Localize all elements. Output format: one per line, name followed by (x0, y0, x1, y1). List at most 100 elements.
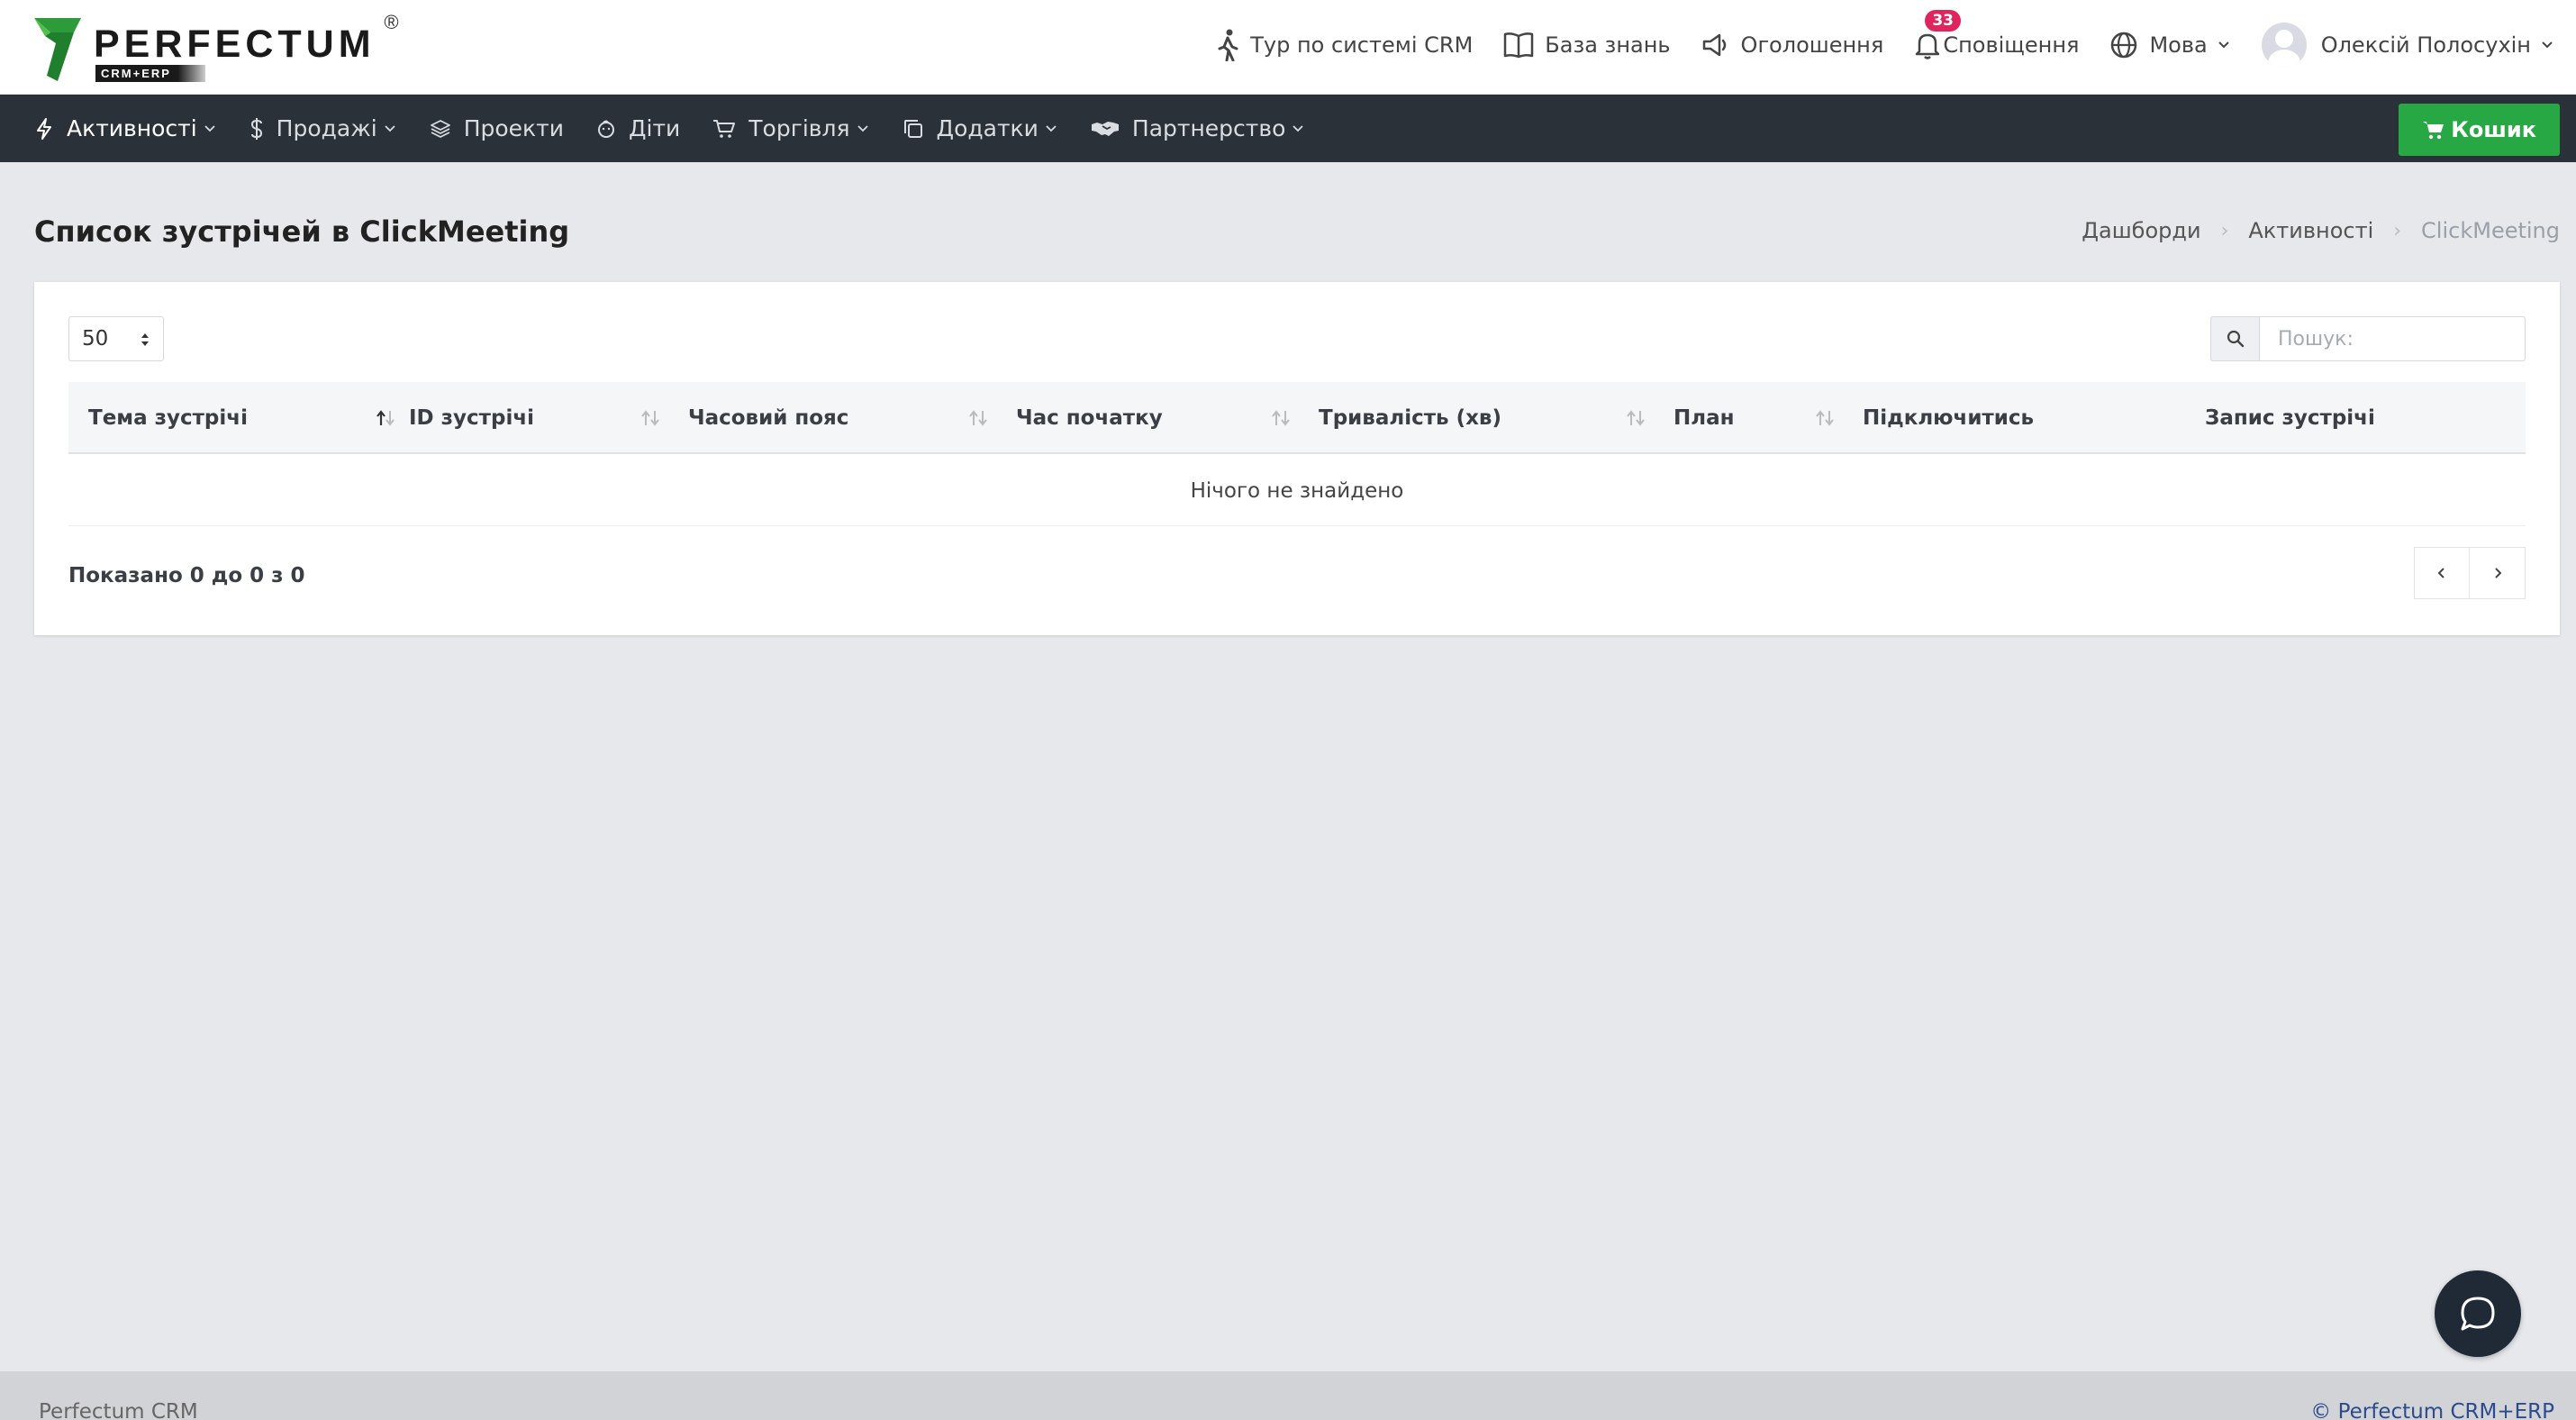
table-info: Показано 0 до 0 з 0 (68, 564, 305, 587)
baby-icon (597, 120, 614, 138)
chevron-down-icon (1293, 124, 1304, 132)
chat-widget-button[interactable] (2435, 1270, 2521, 1357)
walking-person-icon (1218, 29, 1238, 61)
column-header-plan[interactable]: План (1673, 382, 1863, 454)
empty-table-message: Нічого не знайдено (68, 456, 2526, 526)
column-header-label: Часовий пояс (688, 406, 849, 430)
notifications-badge: 33 (1925, 10, 1961, 32)
avatar (2261, 23, 2307, 68)
sort-asc-icon (376, 410, 395, 426)
nav-item-label: Активності (67, 115, 197, 141)
shopping-cart-icon (2423, 122, 2444, 140)
notifications-link[interactable]: 33 Сповіщення (1914, 10, 2080, 60)
chevron-right-icon (2494, 568, 2501, 578)
chevron-down-icon (1046, 124, 1057, 132)
column-header-label: Запис зустрічі (2205, 406, 2375, 430)
user-menu[interactable]: Олексій Полосухін (2261, 23, 2554, 68)
cart-button[interactable]: Кошик (2399, 104, 2560, 156)
column-header-label: План (1673, 406, 1735, 430)
language-label: Мова (2149, 32, 2208, 58)
registered-mark: ® (384, 11, 399, 33)
nav-item-children[interactable]: Діти (596, 115, 680, 141)
column-header-topic[interactable]: Тема зустрічі (88, 382, 404, 454)
column-header-label: Тема зустрічі (88, 406, 248, 430)
language-selector[interactable]: Мова (2109, 31, 2230, 59)
search-input[interactable] (2259, 316, 2526, 361)
cart-outline-icon (713, 119, 736, 138)
breadcrumb-dashboards[interactable]: Дашборди (2082, 218, 2200, 243)
megaphone-icon (1702, 33, 1726, 57)
chevron-down-icon (385, 124, 395, 132)
top-header: PERFECTUM CRM+ERP ® Тур по системі CRM Б… (0, 0, 2576, 95)
knowledge-base-label: База знань (1545, 32, 1671, 58)
breadcrumb: Дашборди › Активності › ClickMeeting (2082, 218, 2560, 243)
nav-item-addons[interactable]: Додатки (903, 115, 1058, 141)
top-nav: Тур по системі CRM База знань Оголошення… (1216, 0, 2576, 90)
nav-item-activities[interactable]: Активності (34, 115, 217, 141)
column-header-label: Підключитись (1863, 406, 2035, 430)
logo[interactable]: PERFECTUM CRM+ERP ® (34, 11, 399, 85)
column-header-label: ID зустрічі (409, 406, 534, 430)
nav-item-label: Діти (628, 115, 681, 141)
chevron-down-icon (2218, 41, 2229, 49)
breadcrumb-current: ClickMeeting (2421, 218, 2560, 243)
column-header-timezone[interactable]: Часовий пояс (688, 382, 1012, 454)
logo-wordmark: PERFECTUM (94, 23, 376, 66)
user-name: Олексій Полосухін (2320, 32, 2531, 58)
logo-subtitle: CRM+ERP (95, 65, 205, 82)
column-header-start-time[interactable]: Час початку (1016, 382, 1313, 454)
chevron-down-icon (857, 124, 868, 132)
handshake-icon (1091, 121, 1119, 136)
chat-bubble-icon (2461, 1297, 2495, 1331)
announcements-link[interactable]: Оголошення (1701, 32, 1883, 59)
notifications-label: Сповіщення (1943, 32, 2080, 58)
copy-icon (903, 119, 922, 138)
sort-both-icon (969, 410, 987, 426)
prev-page-button[interactable] (2414, 547, 2470, 599)
nav-item-trade[interactable]: Торгівля (712, 115, 869, 141)
sort-both-icon (1816, 410, 1834, 426)
dollar-icon (250, 117, 262, 140)
nav-item-label: Партнерство (1131, 115, 1286, 141)
nav-item-label: Проекти (463, 115, 564, 141)
chevron-down-icon (204, 124, 215, 132)
nav-item-label: Продажі (276, 115, 377, 141)
globe-icon (2111, 32, 2137, 59)
column-header-join: Підключитись (1863, 382, 2196, 454)
footer: Perfectum CRM © Perfectum CRM+ERP (0, 1371, 2576, 1420)
nav-item-partnership[interactable]: Партнерство (1091, 115, 1305, 141)
next-page-button[interactable] (2470, 547, 2526, 599)
pagination (2414, 547, 2526, 599)
breadcrumb-activities[interactable]: Активності (2248, 218, 2373, 243)
breadcrumb-separator-icon: › (2220, 219, 2229, 242)
tour-link[interactable]: Тур по системі CRM (1216, 29, 1473, 61)
main-nav: Активності Продажі Проекти Діти Торгівля… (0, 95, 2576, 162)
nav-item-projects[interactable]: Проекти (430, 115, 564, 141)
bolt-icon (37, 117, 51, 140)
logo-mark-icon (34, 18, 81, 81)
column-header-duration[interactable]: Тривалість (хв) (1319, 382, 1670, 454)
bell-icon (1916, 33, 1940, 59)
footer-copyright-link[interactable]: © Perfectum CRM+ERP (2310, 1400, 2554, 1420)
search-addon (2210, 316, 2259, 361)
page-size-select[interactable]: 50 (68, 316, 164, 361)
column-header-meeting-id[interactable]: ID зустрічі (409, 382, 679, 454)
cart-button-label: Кошик (2451, 117, 2536, 142)
select-arrows-icon (141, 333, 149, 346)
footer-app-name: Perfectum CRM (39, 1400, 198, 1420)
nav-item-sales[interactable]: Продажі (249, 115, 397, 141)
nav-item-label: Додатки (936, 115, 1039, 141)
sort-both-icon (641, 410, 659, 426)
sort-both-icon (1272, 410, 1290, 426)
knowledge-base-link[interactable]: База знань (1503, 32, 1671, 59)
page-title: Список зустрічей в ClickMeeting (34, 214, 570, 249)
tour-link-label: Тур по системі CRM (1250, 32, 1474, 58)
search-box (2210, 316, 2526, 361)
chevron-down-icon (2542, 41, 2553, 49)
sort-both-icon (1627, 410, 1645, 426)
column-header-recording: Запис зустрічі (2205, 382, 2511, 454)
meetings-card: 50 Тема зустрічі ID зустрічі (34, 282, 2560, 635)
column-header-label: Час початку (1016, 406, 1163, 430)
search-icon (2227, 330, 2244, 348)
page-size-value: 50 (82, 327, 109, 350)
